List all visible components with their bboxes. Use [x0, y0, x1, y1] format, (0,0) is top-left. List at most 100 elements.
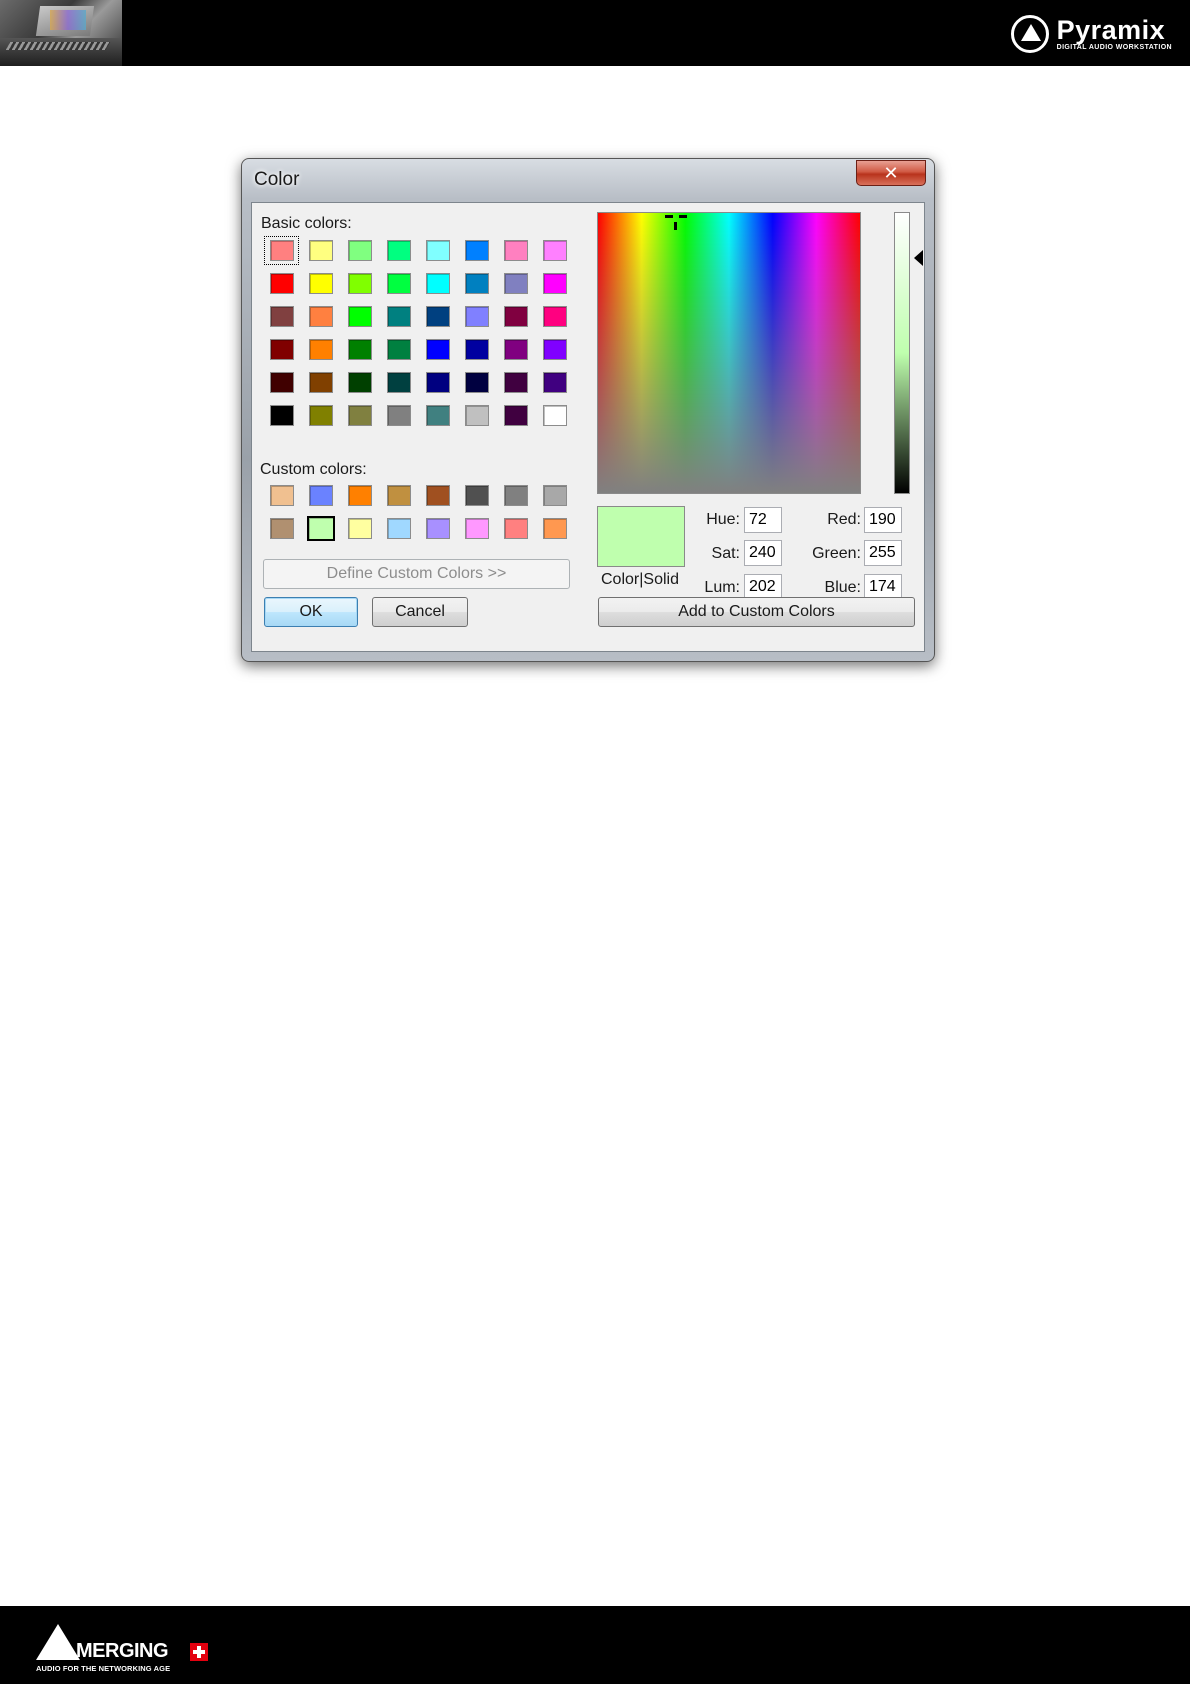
basic-color-swatch[interactable]: [418, 366, 457, 399]
custom-color-swatch-color: [543, 518, 567, 539]
basic-color-swatch[interactable]: [496, 300, 535, 333]
basic-color-swatch[interactable]: [340, 366, 379, 399]
basic-color-swatch-color: [465, 306, 489, 327]
basic-color-swatch[interactable]: [379, 399, 418, 432]
add-to-custom-colors-button[interactable]: Add to Custom Colors: [598, 597, 915, 627]
dialog-title: Color: [254, 169, 300, 190]
basic-color-swatch[interactable]: [379, 267, 418, 300]
basic-color-swatch[interactable]: [301, 333, 340, 366]
basic-color-swatch[interactable]: [379, 333, 418, 366]
basic-color-swatch[interactable]: [496, 267, 535, 300]
basic-color-swatch[interactable]: [340, 234, 379, 267]
custom-color-swatch[interactable]: [418, 512, 457, 545]
basic-color-swatch-color: [543, 339, 567, 360]
sat-field[interactable]: [744, 540, 782, 566]
basic-color-swatch[interactable]: [379, 366, 418, 399]
custom-color-swatch[interactable]: [496, 479, 535, 512]
basic-color-swatch[interactable]: [379, 234, 418, 267]
basic-color-swatch[interactable]: [301, 366, 340, 399]
close-button[interactable]: ✕: [856, 160, 926, 186]
basic-color-swatch[interactable]: [418, 267, 457, 300]
custom-color-swatch-color: [543, 485, 567, 506]
basic-color-swatch[interactable]: [457, 366, 496, 399]
basic-color-swatch[interactable]: [262, 267, 301, 300]
green-field[interactable]: [864, 540, 902, 566]
basic-color-swatch[interactable]: [301, 399, 340, 432]
basic-color-swatch[interactable]: [301, 267, 340, 300]
color-spectrum[interactable]: [597, 212, 861, 494]
basic-color-swatch[interactable]: [262, 366, 301, 399]
dialog-client: Basic colors: Custom colors: Define Cust…: [251, 202, 925, 652]
custom-color-swatch[interactable]: [340, 512, 379, 545]
basic-color-swatch[interactable]: [340, 333, 379, 366]
custom-color-swatch[interactable]: [496, 512, 535, 545]
basic-color-swatch[interactable]: [340, 300, 379, 333]
basic-color-swatch[interactable]: [262, 333, 301, 366]
basic-color-swatch-color: [270, 372, 294, 393]
color-preview: [597, 506, 685, 567]
basic-color-swatch[interactable]: [535, 366, 574, 399]
custom-color-swatch[interactable]: [457, 479, 496, 512]
ok-button[interactable]: OK: [264, 597, 358, 627]
custom-color-swatch[interactable]: [262, 512, 301, 545]
basic-color-swatch[interactable]: [379, 300, 418, 333]
basic-color-swatch-color: [348, 339, 372, 360]
sat-label: Sat:: [711, 545, 740, 562]
basic-color-swatch[interactable]: [262, 300, 301, 333]
luminosity-slider[interactable]: [894, 212, 910, 494]
custom-color-swatch[interactable]: [379, 479, 418, 512]
basic-color-swatch[interactable]: [457, 234, 496, 267]
custom-color-swatch[interactable]: [535, 479, 574, 512]
basic-color-swatch-color: [504, 405, 528, 426]
studio-photo: [0, 0, 122, 66]
basic-colors-grid: [262, 234, 574, 432]
custom-color-swatch[interactable]: [340, 479, 379, 512]
basic-color-swatch[interactable]: [418, 333, 457, 366]
basic-color-swatch[interactable]: [535, 234, 574, 267]
custom-color-swatch-color: [270, 485, 294, 506]
basic-color-swatch[interactable]: [418, 399, 457, 432]
custom-color-swatch[interactable]: [535, 512, 574, 545]
basic-color-swatch-color: [348, 273, 372, 294]
basic-color-swatch[interactable]: [496, 366, 535, 399]
basic-color-swatch[interactable]: [457, 267, 496, 300]
custom-color-swatch[interactable]: [301, 479, 340, 512]
basic-color-swatch-color: [426, 405, 450, 426]
custom-color-swatch-color: [348, 518, 372, 539]
basic-color-swatch[interactable]: [340, 399, 379, 432]
basic-color-swatch[interactable]: [301, 300, 340, 333]
basic-color-swatch[interactable]: [535, 300, 574, 333]
custom-color-swatch[interactable]: [379, 512, 418, 545]
custom-color-swatch[interactable]: [301, 512, 340, 545]
basic-color-swatch[interactable]: [262, 399, 301, 432]
basic-color-swatch[interactable]: [496, 399, 535, 432]
custom-color-swatch[interactable]: [418, 479, 457, 512]
luminosity-arrow-icon[interactable]: [914, 250, 923, 266]
basic-color-swatch[interactable]: [418, 300, 457, 333]
basic-color-swatch[interactable]: [457, 300, 496, 333]
custom-color-swatch[interactable]: [262, 479, 301, 512]
cancel-button[interactable]: Cancel: [372, 597, 468, 627]
basic-color-swatch[interactable]: [535, 267, 574, 300]
custom-color-swatch[interactable]: [457, 512, 496, 545]
basic-color-swatch-color: [270, 240, 294, 261]
hue-field[interactable]: [744, 507, 782, 533]
basic-color-swatch[interactable]: [457, 399, 496, 432]
custom-color-swatch-color: [465, 485, 489, 506]
green-label: Green:: [812, 545, 861, 562]
basic-color-swatch-color: [426, 372, 450, 393]
basic-color-swatch[interactable]: [496, 234, 535, 267]
define-custom-colors-button[interactable]: Define Custom Colors >>: [263, 559, 570, 589]
basic-color-swatch[interactable]: [535, 399, 574, 432]
basic-color-swatch[interactable]: [340, 267, 379, 300]
red-field[interactable]: [864, 507, 902, 533]
basic-color-swatch-color: [465, 240, 489, 261]
basic-color-swatch[interactable]: [301, 234, 340, 267]
basic-color-swatch[interactable]: [496, 333, 535, 366]
basic-color-swatch[interactable]: [535, 333, 574, 366]
basic-color-swatch[interactable]: [262, 234, 301, 267]
custom-color-swatch-color: [426, 518, 450, 539]
basic-color-swatch[interactable]: [418, 234, 457, 267]
basic-color-swatch[interactable]: [457, 333, 496, 366]
basic-color-swatch-color: [387, 372, 411, 393]
